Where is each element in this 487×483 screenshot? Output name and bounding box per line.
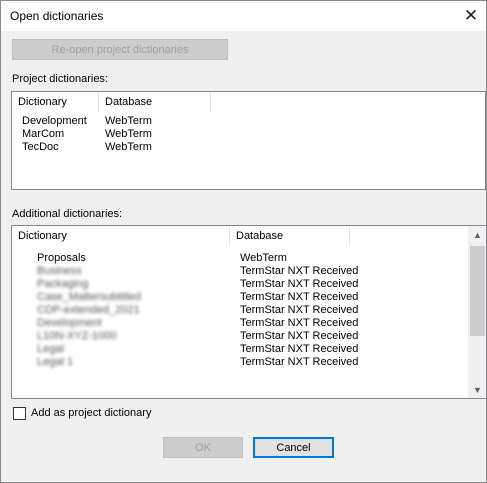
add-as-project-checkbox[interactable] bbox=[13, 407, 26, 420]
additional-database-cell: TermStar NXT Received bbox=[240, 265, 359, 277]
additional-row[interactable]: CDP-extended_2021 TermStar NXT Received bbox=[12, 304, 486, 317]
additional-database-cell: TermStar NXT Received bbox=[240, 356, 359, 368]
ok-button[interactable]: OK bbox=[163, 437, 243, 458]
cancel-button[interactable]: Cancel bbox=[253, 437, 334, 458]
project-dictionary-cell: Development bbox=[22, 115, 87, 127]
additional-dictionaries-list[interactable]: Dictionary Database Proposals WebTerm Busi… bbox=[11, 225, 487, 399]
additional-dictionary-cell: Case_Mattersubtitled bbox=[37, 291, 141, 303]
additional-database-cell: TermStar NXT Received bbox=[240, 291, 359, 303]
scroll-down-icon[interactable]: ▼ bbox=[469, 381, 486, 398]
project-dictionaries-list[interactable]: Dictionary Database Development WebTerm Ma… bbox=[11, 91, 486, 190]
additional-dictionary-cell: Proposals bbox=[37, 252, 86, 264]
additional-row[interactable]: Development TermStar NXT Received bbox=[12, 317, 486, 330]
additional-list-scrollbar[interactable]: ▲ ▼ bbox=[468, 226, 486, 398]
add-as-project-label[interactable]: Add as project dictionary bbox=[31, 407, 151, 419]
project-col-database-header[interactable]: Database bbox=[99, 92, 211, 112]
scrollbar-thumb[interactable] bbox=[470, 246, 485, 336]
additional-row[interactable]: Proposals WebTerm bbox=[12, 252, 486, 265]
project-row[interactable]: MarCom WebTerm bbox=[12, 128, 485, 141]
additional-row[interactable]: Business TermStar NXT Received bbox=[12, 265, 486, 278]
additional-dictionary-cell: Legal 1 bbox=[37, 356, 74, 368]
additional-row[interactable]: Legal TermStar NXT Received bbox=[12, 343, 486, 356]
close-icon[interactable]: ✕ bbox=[456, 1, 486, 31]
additional-row[interactable]: Packaging TermStar NXT Received bbox=[12, 278, 486, 291]
additional-database-cell: WebTerm bbox=[240, 252, 287, 264]
project-dictionary-cell: MarCom bbox=[22, 128, 65, 140]
additional-database-cell: TermStar NXT Received bbox=[240, 317, 359, 329]
project-dictionaries-label: Project dictionaries: bbox=[12, 73, 108, 85]
project-database-cell: WebTerm bbox=[105, 141, 152, 153]
additional-row[interactable]: L10N-XYZ-1000 TermStar NXT Received bbox=[12, 330, 486, 343]
additional-database-cell: TermStar NXT Received bbox=[240, 304, 359, 316]
additional-dictionary-cell: Legal bbox=[37, 343, 64, 355]
project-dictionary-cell: TecDoc bbox=[22, 141, 59, 153]
additional-dictionary-cell: Development bbox=[37, 317, 102, 329]
additional-col-database-header[interactable]: Database bbox=[230, 226, 350, 246]
project-database-cell: WebTerm bbox=[105, 128, 152, 140]
additional-dictionary-cell: CDP-extended_2021 bbox=[37, 304, 140, 316]
open-dictionaries-dialog: Open dictionaries ✕ Re-open project dict… bbox=[0, 0, 487, 483]
project-database-cell: WebTerm bbox=[105, 115, 152, 127]
title-bar: Open dictionaries ✕ bbox=[1, 1, 486, 31]
reopen-project-dictionaries-button[interactable]: Re-open project dictionaries bbox=[12, 39, 228, 60]
additional-dictionary-cell: Business bbox=[37, 265, 82, 277]
additional-row[interactable]: Legal 1 TermStar NXT Received bbox=[12, 356, 486, 369]
project-row[interactable]: Development WebTerm bbox=[12, 115, 485, 128]
additional-database-cell: TermStar NXT Received bbox=[240, 343, 359, 355]
additional-dictionary-cell: Packaging bbox=[37, 278, 89, 290]
project-row[interactable]: TecDoc WebTerm bbox=[12, 141, 485, 154]
additional-dictionary-cell: L10N-XYZ-1000 bbox=[37, 330, 117, 342]
project-col-dictionary-header[interactable]: Dictionary bbox=[12, 92, 99, 112]
additional-database-cell: TermStar NXT Received bbox=[240, 278, 359, 290]
additional-row[interactable]: Case_Mattersubtitled TermStar NXT Receive… bbox=[12, 291, 486, 304]
additional-dictionaries-label: Additional dictionaries: bbox=[12, 208, 123, 220]
additional-col-dictionary-header[interactable]: Dictionary bbox=[12, 226, 230, 246]
dialog-title: Open dictionaries bbox=[10, 9, 104, 23]
scroll-up-icon[interactable]: ▲ bbox=[469, 226, 486, 243]
additional-database-cell: TermStar NXT Received bbox=[240, 330, 359, 342]
